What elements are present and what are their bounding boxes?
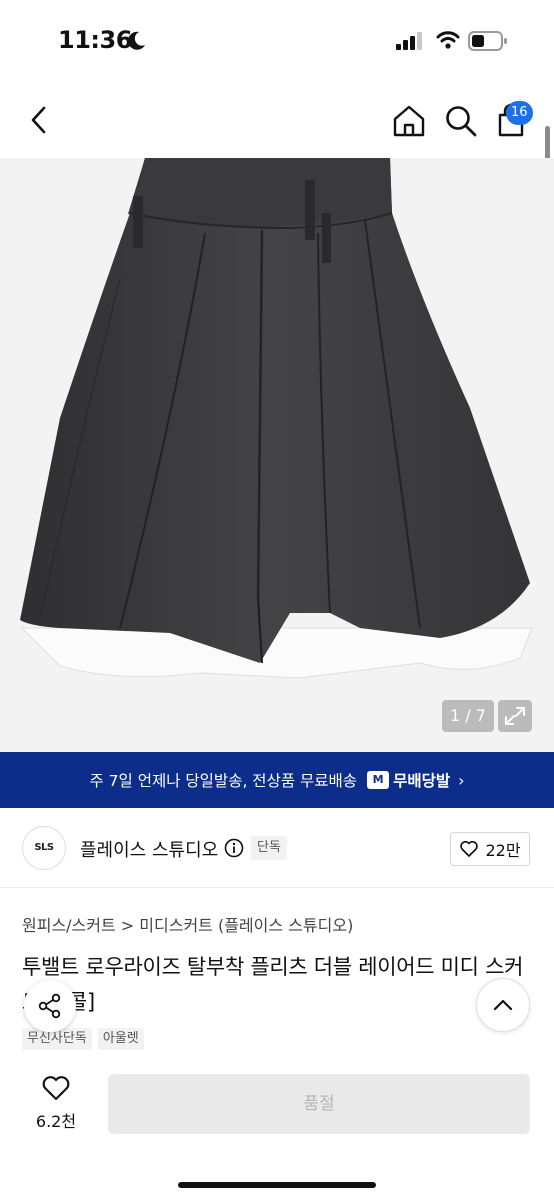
skirt-illustration: [20, 158, 533, 679]
home-icon[interactable]: [390, 102, 428, 140]
share-icon: [38, 993, 61, 1019]
banner-text: 주 7일 언제나 당일발송, 전상품 무료배송: [89, 772, 358, 790]
product-title: 투밸트 로우라이즈 탈부착 플리츠 더블 레이어드 미디 스커트[차콜]: [22, 955, 524, 1014]
heart-icon: [460, 840, 479, 857]
cart-count-badge: 16: [506, 101, 533, 125]
status-time: 11:36: [58, 26, 132, 54]
back-button[interactable]: [22, 102, 58, 138]
chevron-up-icon: [493, 999, 513, 1011]
bottom-bar: 6.2천 품절: [0, 1052, 554, 1200]
brand-name[interactable]: 플레이스 스튜디오: [80, 836, 218, 862]
soldout-button[interactable]: 품절: [108, 1074, 530, 1134]
image-counter: 1 / 7: [442, 700, 494, 732]
product-image[interactable]: [0, 158, 554, 752]
share-button[interactable]: [24, 980, 76, 1032]
moon-icon: [128, 31, 145, 50]
status-bar: 11:36: [0, 0, 554, 84]
exclusive-badge: 단독: [251, 836, 287, 860]
battery-icon: [468, 31, 507, 51]
wishlist-button[interactable]: 6.2천: [24, 1074, 88, 1134]
heart-icon: [42, 1076, 70, 1101]
brand-row: SLS 플레이스 스튜디오 단독 22만: [0, 808, 554, 888]
wifi-icon: [436, 31, 460, 49]
brand-logo[interactable]: SLS: [22, 826, 66, 870]
breadcrumb[interactable]: 원피스/스커트 > 미디스커트 (플레이스 스튜디오): [22, 912, 353, 936]
brand-like-count: 22만: [485, 841, 521, 860]
chevron-right-icon: ›: [458, 770, 465, 790]
product-tags: 무신사단독 아울렛: [22, 1028, 144, 1050]
info-icon[interactable]: [224, 838, 244, 858]
signal-icon: [396, 32, 422, 50]
home-indicator: [178, 1182, 376, 1188]
tag-outlet: 아울렛: [97, 1028, 144, 1050]
truck-icon: M: [367, 771, 390, 789]
search-icon[interactable]: [442, 102, 480, 140]
brand-like-button[interactable]: 22만: [450, 832, 530, 866]
free-shipping-logo: M 무배당발: [367, 769, 450, 791]
shipping-banner[interactable]: 주 7일 언제나 당일발송, 전상품 무료배송 M 무배당발 ›: [0, 752, 554, 808]
expand-icon[interactable]: [498, 700, 532, 732]
scroll-to-top-button[interactable]: [476, 978, 530, 1032]
top-nav: [0, 84, 554, 158]
tag-exclusive: 무신사단독: [22, 1028, 92, 1050]
banner-logo-text: 무배당발: [393, 772, 451, 790]
wishlist-count: 6.2천: [35, 1112, 77, 1131]
